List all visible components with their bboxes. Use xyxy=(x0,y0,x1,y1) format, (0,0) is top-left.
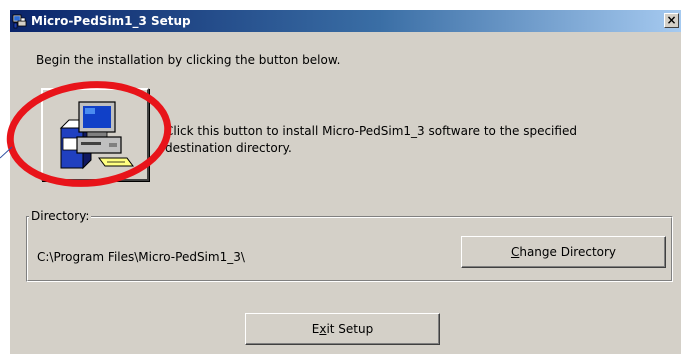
directory-path: C:\Program Files\Micro-PedSim1_3\ xyxy=(37,250,245,264)
title-bar[interactable]: Micro-PedSim1_3 Setup × xyxy=(10,10,681,32)
window-title: Micro-PedSim1_3 Setup xyxy=(31,14,191,28)
change-directory-button[interactable]: Change Directory xyxy=(461,236,666,268)
change-directory-label: hange Directory xyxy=(519,245,617,259)
close-button[interactable]: × xyxy=(664,13,679,28)
setup-app-icon xyxy=(12,14,27,29)
exit-label-rest: it Setup xyxy=(326,322,374,336)
computer-install-icon xyxy=(59,101,134,170)
exit-setup-button[interactable]: Exit Setup xyxy=(245,313,440,345)
install-button[interactable] xyxy=(41,88,149,181)
install-description: Click this button to install Micro-PedSi… xyxy=(165,124,577,155)
setup-dialog: Micro-PedSim1_3 Setup × Begin the instal… xyxy=(10,10,681,354)
instruction-text: Begin the installation by clicking the b… xyxy=(36,53,341,67)
directory-label: Directory: xyxy=(29,209,92,223)
